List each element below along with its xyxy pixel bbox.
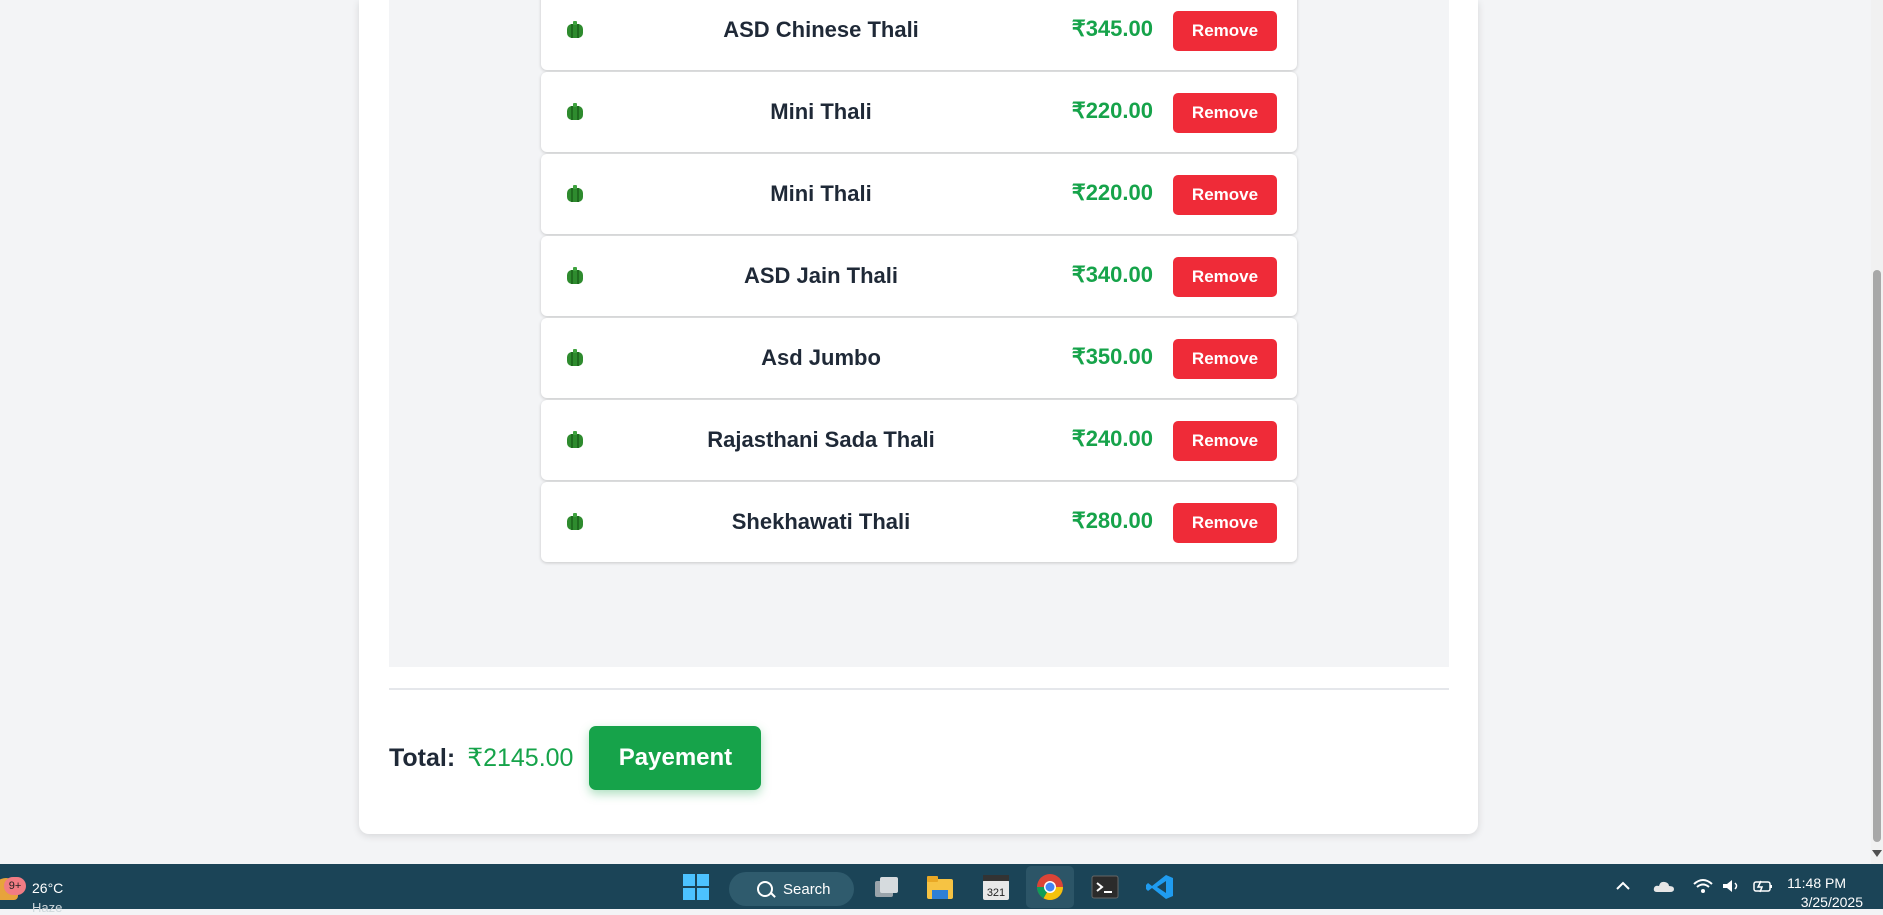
item-price: ₹240.00 (1071, 426, 1153, 451)
payment-button[interactable]: Payement (589, 726, 762, 790)
cart-item: ASD Chinese Thali ₹345.00 Remove (541, 0, 1297, 70)
veg-capsicum-icon (567, 513, 583, 530)
cart-item: ASD Jain Thali ₹340.00 Remove (541, 236, 1297, 316)
search-icon (757, 881, 773, 897)
item-name: Asd Jumbo (761, 345, 881, 370)
scrollbar-thumb[interactable] (1873, 270, 1881, 842)
cart-item: Mini Thali ₹220.00 Remove (541, 154, 1297, 234)
remove-button[interactable]: Remove (1173, 11, 1277, 51)
item-price: ₹345.00 (1071, 16, 1153, 41)
file-explorer-icon[interactable] (924, 872, 956, 902)
item-price: ₹350.00 (1071, 344, 1153, 369)
chevron-up-icon[interactable] (1614, 876, 1632, 896)
item-name: Mini Thali (770, 181, 872, 206)
taskbar: 9+ 26°C Haze Search 321 11:48 PM 3/25/20… (0, 864, 1883, 915)
item-price: ₹220.00 (1071, 180, 1153, 205)
veg-capsicum-icon (567, 349, 583, 366)
chrome-icon[interactable] (1034, 872, 1066, 902)
volume-icon[interactable] (1720, 876, 1742, 896)
clock-time[interactable]: 11:48 PM (1787, 875, 1846, 891)
media-player-icon[interactable]: 321 (980, 872, 1012, 902)
remove-button[interactable]: Remove (1173, 421, 1277, 461)
battery-icon[interactable] (1751, 876, 1775, 896)
remove-button[interactable]: Remove (1173, 175, 1277, 215)
cart-item: Asd Jumbo ₹350.00 Remove (541, 318, 1297, 398)
vscode-icon[interactable] (1144, 872, 1176, 902)
item-name: ASD Jain Thali (743, 263, 899, 288)
total-row: Total: ₹2145.00 Payement (389, 726, 762, 790)
clock-date[interactable]: 3/25/2025 (1801, 894, 1863, 910)
veg-capsicum-icon (567, 21, 583, 38)
scroll-down-arrow-icon[interactable] (1872, 850, 1882, 857)
cart-page-card: ASD Chinese Thali ₹345.00 Remove Mini Th… (359, 0, 1478, 834)
svg-text:321: 321 (987, 887, 1005, 899)
veg-capsicum-icon (567, 185, 583, 202)
start-icon[interactable] (680, 872, 712, 902)
veg-capsicum-icon (567, 267, 583, 284)
item-name: Rajasthani Sada Thali (707, 427, 935, 452)
cart-item: Shekhawati Thali ₹280.00 Remove (541, 482, 1297, 562)
weather-condition: Haze (32, 900, 63, 915)
cart-item: Rajasthani Sada Thali ₹240.00 Remove (541, 400, 1297, 480)
search-label: Search (783, 880, 831, 898)
onedrive-icon[interactable] (1652, 876, 1676, 896)
taskbar-search[interactable]: Search (729, 872, 854, 906)
remove-button[interactable]: Remove (1173, 503, 1277, 543)
veg-capsicum-icon (567, 431, 583, 448)
total-label: Total: (389, 743, 456, 772)
remove-button[interactable]: Remove (1173, 93, 1277, 133)
item-price: ₹220.00 (1071, 98, 1153, 123)
item-name: Shekhawati Thali (731, 509, 911, 534)
cart-item: Mini Thali ₹220.00 Remove (541, 72, 1297, 152)
task-view-icon[interactable] (870, 872, 902, 902)
terminal-icon[interactable] (1089, 872, 1121, 902)
veg-capsicum-icon (567, 103, 583, 120)
weather-temperature: 26°C (32, 880, 64, 896)
wifi-icon[interactable] (1692, 876, 1714, 896)
remove-button[interactable]: Remove (1173, 339, 1277, 379)
section-divider (389, 688, 1449, 690)
item-name: ASD Chinese Thali (723, 17, 919, 42)
cart-items-panel: ASD Chinese Thali ₹345.00 Remove Mini Th… (389, 0, 1449, 667)
cart-item-list: ASD Chinese Thali ₹345.00 Remove Mini Th… (541, 0, 1297, 564)
item-price: ₹280.00 (1071, 508, 1153, 533)
remove-button[interactable]: Remove (1173, 257, 1277, 297)
page-scrollbar[interactable] (1871, 0, 1883, 864)
item-price: ₹340.00 (1071, 262, 1153, 287)
item-name: Mini Thali (770, 99, 872, 124)
notification-badge: 9+ (4, 877, 26, 895)
total-value: ₹2145.00 (467, 744, 574, 772)
